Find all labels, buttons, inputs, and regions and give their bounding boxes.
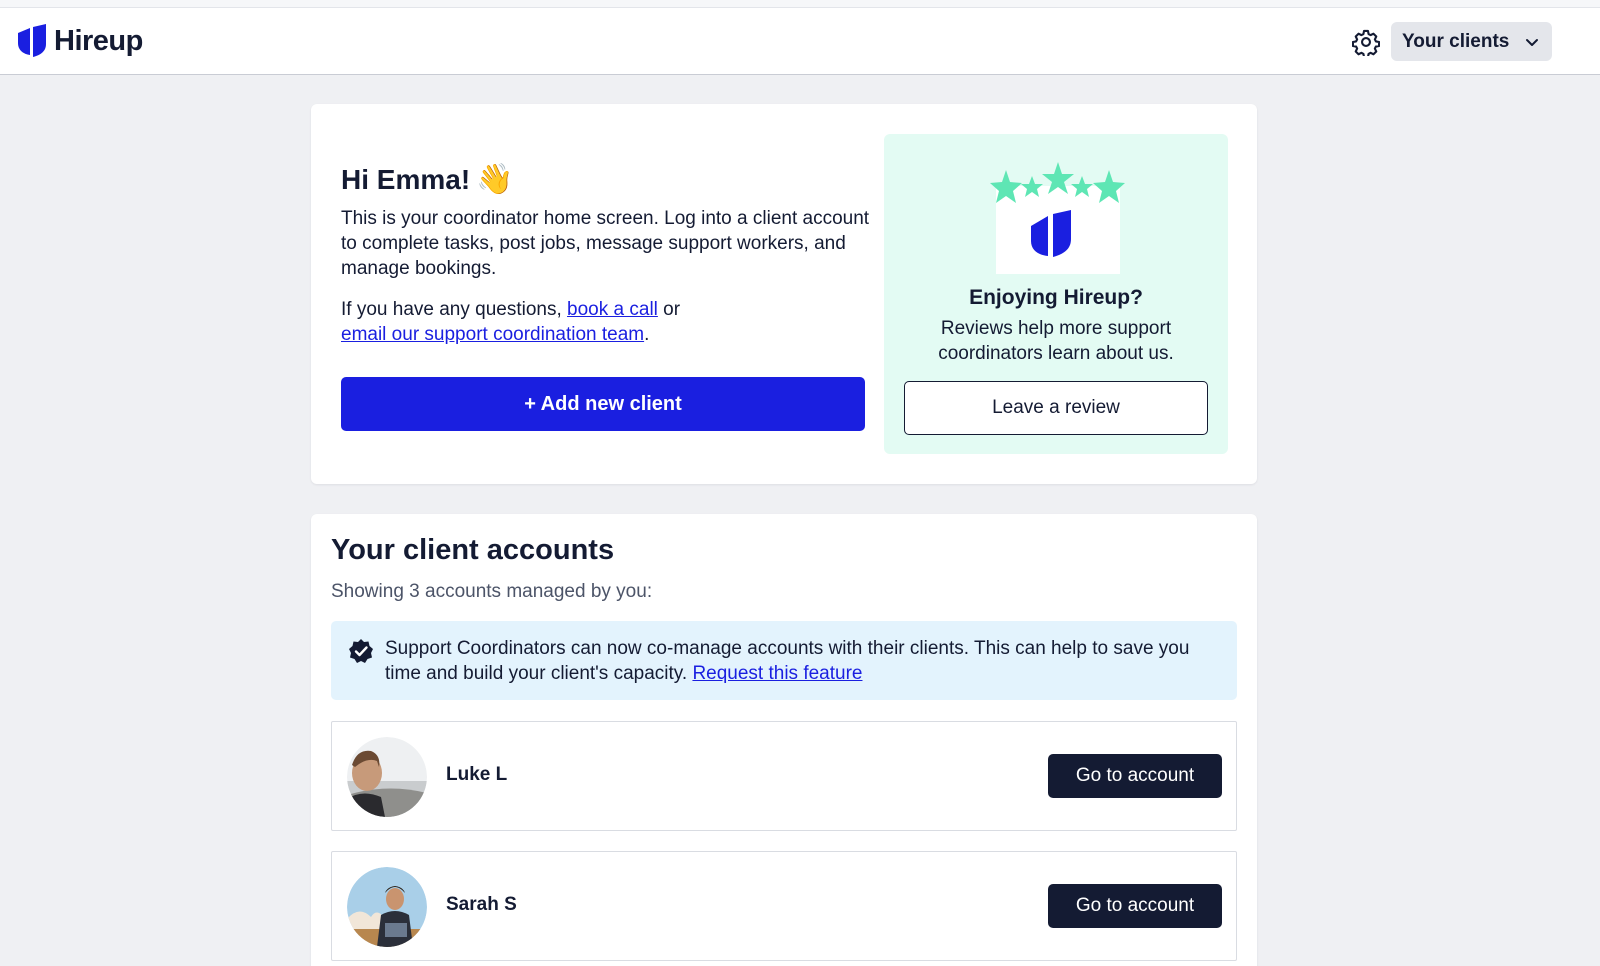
verified-badge-icon xyxy=(349,639,373,663)
brand-logo[interactable]: Hireup xyxy=(16,24,143,58)
promo-title: Enjoying Hireup? xyxy=(969,286,1143,309)
client-name: Sarah S xyxy=(446,894,517,915)
your-clients-dropdown[interactable]: Your clients xyxy=(1391,22,1552,61)
client-avatar xyxy=(347,867,427,947)
chevron-down-icon xyxy=(1526,39,1538,46)
greeting-heading: Hi Emma! 👋 xyxy=(341,162,514,197)
request-feature-link[interactable]: Request this feature xyxy=(692,663,862,684)
welcome-card: Hi Emma! 👋 This is your coordinator home… xyxy=(311,104,1257,484)
go-to-account-button[interactable]: Go to account xyxy=(1048,884,1222,928)
your-clients-label: Your clients xyxy=(1402,30,1510,52)
stars-over-hireup-logo-icon xyxy=(990,162,1125,274)
leave-review-button[interactable]: Leave a review xyxy=(904,381,1208,435)
book-call-link[interactable]: book a call xyxy=(567,299,658,320)
hireup-shield-logo-icon xyxy=(18,24,46,57)
questions-or: or xyxy=(663,299,681,320)
review-promo-panel: Enjoying Hireup? Reviews help more suppo… xyxy=(884,134,1228,454)
greeting-text: Hi Emma! xyxy=(341,163,471,195)
accounts-title: Your client accounts xyxy=(331,534,615,566)
client-row: Sarah S Go to account xyxy=(331,851,1237,961)
questions-suffix: . xyxy=(644,324,650,345)
email-support-link[interactable]: email our support coordination team xyxy=(341,324,644,345)
questions-prefix: If you have any questions, xyxy=(341,299,562,320)
co-manage-notice: Support Coordinators can now co-manage a… xyxy=(331,621,1237,700)
waving-hand-icon: 👋 xyxy=(476,163,514,196)
add-new-client-button[interactable]: + Add new client xyxy=(341,377,865,431)
go-to-account-button[interactable]: Go to account xyxy=(1048,754,1222,798)
client-accounts-card: Your client accounts Showing 3 accounts … xyxy=(311,514,1257,966)
accounts-subtitle: Showing 3 accounts managed by you: xyxy=(331,581,653,602)
gear-icon[interactable] xyxy=(1352,28,1380,56)
browser-top-strip xyxy=(0,0,1600,8)
intro-text: This is your coordinator home screen. Lo… xyxy=(341,208,870,279)
client-name: Luke L xyxy=(446,764,508,785)
app-header: Hireup Your clients xyxy=(0,8,1600,75)
promo-text: Reviews help more support coordinators l… xyxy=(938,318,1174,364)
questions-text: If you have any questions, book a call o… xyxy=(341,297,871,347)
client-avatar xyxy=(347,737,427,817)
notice-text: Support Coordinators can now co-manage a… xyxy=(385,636,1215,686)
client-row: Luke L Go to account xyxy=(331,721,1237,831)
brand-name: Hireup xyxy=(54,24,143,57)
